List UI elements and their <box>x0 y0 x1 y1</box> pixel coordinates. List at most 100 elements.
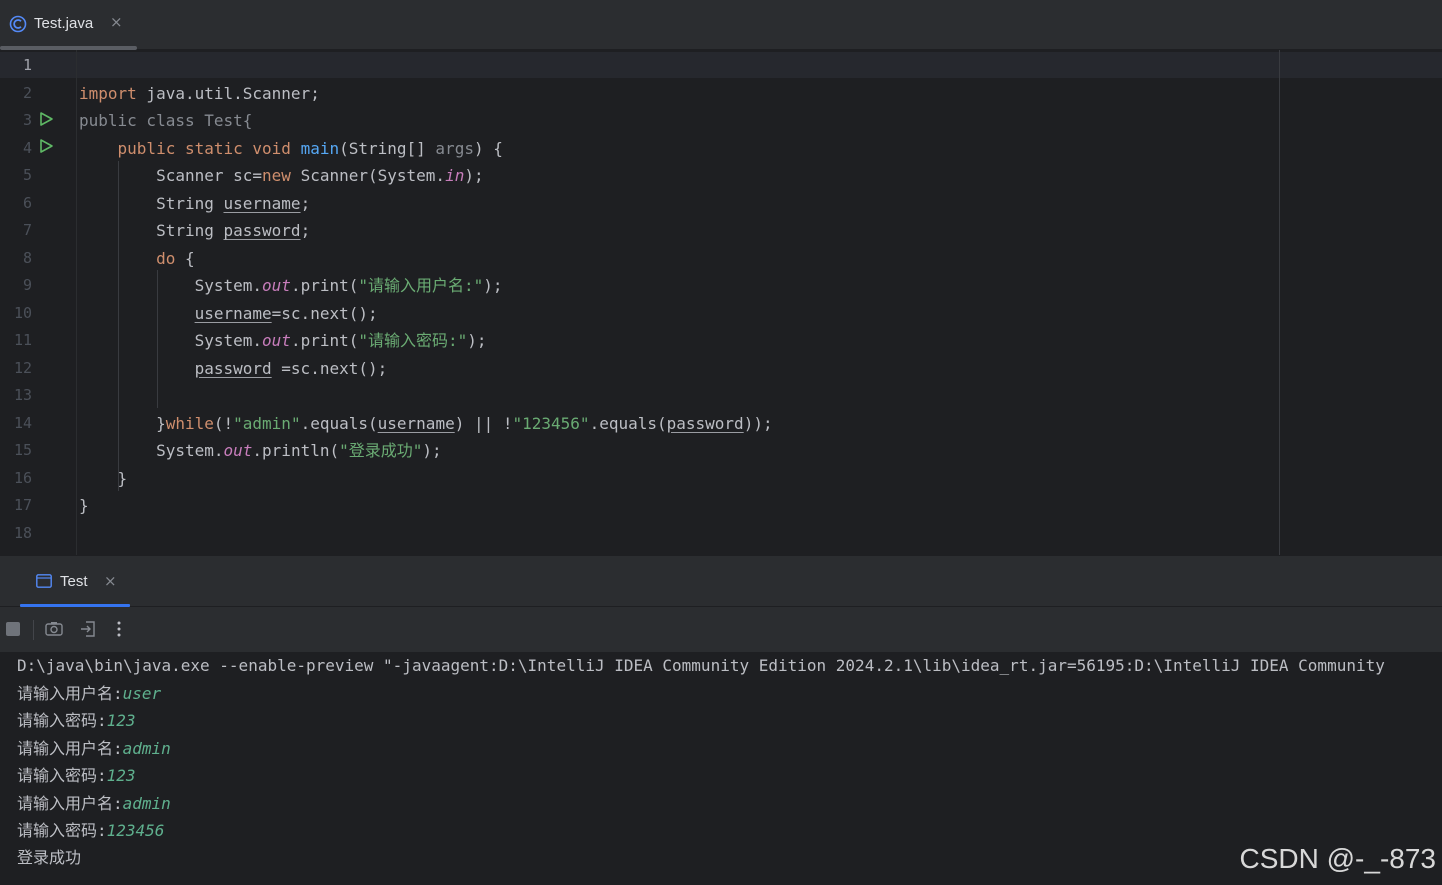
code-line[interactable]: }while(!"admin".equals(username) || !"12… <box>79 410 773 437</box>
line-number: 14 <box>13 413 32 432</box>
console-output[interactable]: D:\java\bin\java.exe --enable-preview "-… <box>0 652 1442 885</box>
line-number: 6 <box>22 193 32 212</box>
line-number: 9 <box>22 276 32 294</box>
code-token: .print( <box>290 331 359 350</box>
code-line[interactable]: password =sc.next(); <box>79 355 388 382</box>
line-number: 13 <box>13 386 32 404</box>
code-token: System. <box>79 441 224 460</box>
code-token: ); <box>483 276 503 295</box>
code-token: ); <box>464 166 484 185</box>
code-token: username <box>223 193 301 213</box>
code-token: .print( <box>290 276 359 295</box>
code-token: main <box>300 138 340 158</box>
code-token: } <box>79 413 166 433</box>
code-token: password <box>194 358 272 378</box>
line-number: 18 <box>13 523 32 542</box>
code-line[interactable]: System.out.println("登录成功"); <box>79 437 442 464</box>
line-number: 11 <box>13 331 32 349</box>
toolbar-separator <box>33 620 34 640</box>
code-token: out <box>262 331 291 350</box>
code-token: .equals( <box>589 413 667 433</box>
line-number: 12 <box>13 358 32 377</box>
code-token: "请输入密码:" <box>358 331 468 350</box>
code-token: "登录成功" <box>339 441 423 460</box>
console-command-line: D:\java\bin\java.exe --enable-preview "-… <box>17 656 1385 675</box>
code-line[interactable]: import java.util.Scanner; <box>79 80 320 107</box>
console-line: 请输入密码:123456 <box>17 817 164 844</box>
console-prompt: 请输入密码: <box>17 821 107 840</box>
code-token: =sc.next(); <box>271 303 378 323</box>
code-line[interactable]: public static void main(String[] args) { <box>79 135 503 162</box>
code-token: password <box>223 221 301 240</box>
line-number: 16 <box>13 468 32 487</box>
code-line[interactable]: String username; <box>79 190 310 217</box>
code-token: "123456" <box>512 413 590 433</box>
close-icon[interactable]: × <box>110 13 123 31</box>
code-token: .equals( <box>300 413 378 433</box>
code-editor[interactable]: 1 2 3 4 5 6 7 8 9 10 11 12 13 14 15 16 17 18 import java.… <box>0 50 1442 555</box>
tab-label: Test.java <box>34 15 94 32</box>
code-token: username <box>377 413 455 433</box>
close-icon[interactable]: × <box>104 572 117 590</box>
code-line[interactable]: System.out.print("请输入密码:"); <box>79 327 487 354</box>
code-token: System. <box>79 276 263 295</box>
line-number: 1 <box>22 56 32 74</box>
console-user-input: admin <box>122 793 171 813</box>
exit-icon[interactable] <box>78 619 98 639</box>
code-token: (! <box>213 413 234 433</box>
line-number: 7 <box>22 221 32 239</box>
code-line[interactable]: } <box>79 465 128 492</box>
line-number: 17 <box>13 496 32 514</box>
code-token: ); <box>422 441 442 460</box>
console-prompt: 请输入密码: <box>17 711 107 730</box>
console-line: 请输入用户名:admin <box>17 735 171 762</box>
line-number: 8 <box>22 248 32 267</box>
code-token: out <box>262 276 291 295</box>
code-token: =sc.next(); <box>271 358 388 378</box>
code-token: ; <box>300 193 311 213</box>
console-prompt: 请输入用户名: <box>17 683 123 703</box>
run-gutter-icon[interactable] <box>38 111 54 127</box>
console-line: 请输入密码:123 <box>17 707 136 734</box>
more-vertical-icon[interactable] <box>109 619 129 639</box>
right-margin-guide <box>1279 50 1280 555</box>
run-tab-test[interactable]: Test × <box>20 556 130 607</box>
console-prompt: 请输入用户名: <box>17 793 123 813</box>
code-token: ) { <box>473 138 503 158</box>
code-line[interactable]: username=sc.next(); <box>79 300 378 327</box>
code-line[interactable]: System.out.print("请输入用户名:"); <box>79 272 503 299</box>
code-token: public static void <box>117 138 301 158</box>
line-number: 15 <box>13 441 32 459</box>
console-icon <box>36 574 52 588</box>
code-token: out <box>223 441 253 460</box>
camera-icon[interactable] <box>44 619 64 639</box>
code-line[interactable]: public class Test{ <box>79 107 252 134</box>
code-line[interactable]: Scanner sc=new Scanner(System.in); <box>79 162 484 189</box>
console-result-line: 登录成功 <box>17 848 82 867</box>
code-token: ; <box>300 221 311 240</box>
code-token: String <box>79 193 224 213</box>
watermark: CSDN @-_-873 <box>1239 843 1436 874</box>
console-line: 请输入用户名:user <box>17 680 161 707</box>
code-token: in <box>445 166 465 185</box>
console-user-input: user <box>122 683 162 703</box>
code-token: (String[] <box>339 138 436 158</box>
stop-icon[interactable] <box>4 619 24 639</box>
code-line[interactable]: } <box>79 492 89 519</box>
run-toolbar <box>0 607 1442 652</box>
editor-tab-bar: Test.java × <box>0 0 1442 50</box>
code-token: { <box>175 248 195 268</box>
code-line[interactable]: String password; <box>79 217 310 244</box>
code-token: do <box>156 248 176 268</box>
code-token: import <box>79 83 137 103</box>
code-line[interactable]: do { <box>79 245 195 272</box>
line-number: 4 <box>22 138 32 157</box>
console-prompt: 请输入用户名: <box>17 738 123 758</box>
run-gutter-icon[interactable] <box>38 138 54 154</box>
code-token: Scanner sc= <box>79 166 263 185</box>
tab-test-java[interactable]: Test.java × <box>0 0 137 50</box>
